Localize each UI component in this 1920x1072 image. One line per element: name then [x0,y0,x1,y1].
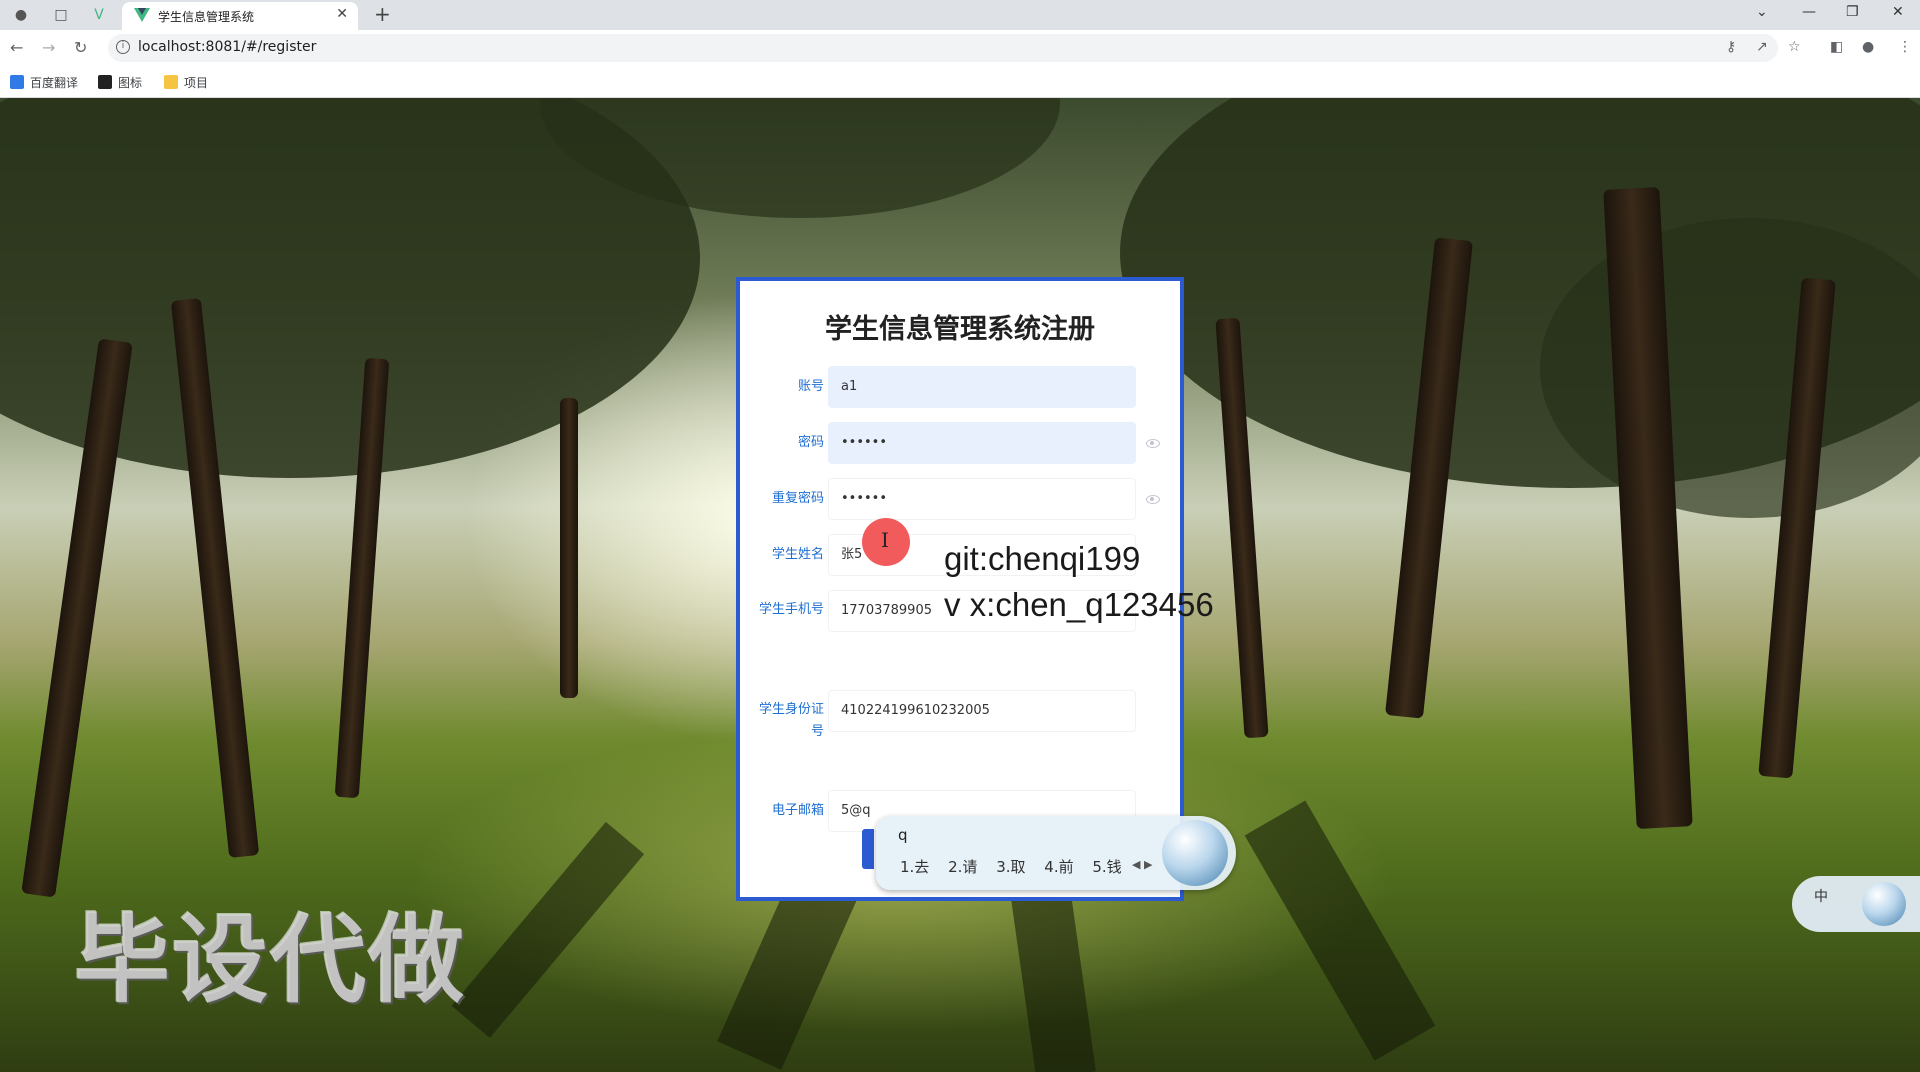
ime-candidate[interactable]: 5.钱 [1092,858,1121,876]
close-tab-icon[interactable]: ✕ [336,6,348,22]
back-button[interactable]: ← [10,38,23,57]
folder-icon [164,75,178,89]
account-input[interactable]: a1 [828,366,1136,408]
id-card-input[interactable]: 410224199610232005 [828,690,1136,732]
watermark-wechat: v x:chen_q123456 [944,586,1214,623]
account-label: 账号 [797,379,824,394]
url-text: localhost:8081/#/register [138,39,317,55]
minimize-button[interactable]: — [1802,4,1816,20]
text-cursor-icon: I [881,528,889,552]
profile-icon[interactable]: ● [1862,39,1874,55]
bookmark-baidu-translate[interactable]: 百度翻译 [10,74,78,91]
ime-candidate[interactable]: 2.请 [948,858,977,876]
bookmark-project[interactable]: 项目 [164,74,208,91]
student-name-label: 学生姓名 [771,547,824,562]
ime-skin-globe-icon [1162,820,1228,886]
sidepanel-icon[interactable]: ◧ [1830,39,1843,55]
id-card-label: 学生身份证号 [758,702,824,739]
ime-candidate[interactable]: 4.前 [1044,858,1073,876]
ime-candidate[interactable]: 1.去 [900,858,929,876]
repeat-password-label: 重复密码 [771,491,824,506]
translate-icon [10,75,24,89]
ime-status-globe-icon [1862,882,1906,926]
tab-title: 学生信息管理系统 [158,10,255,24]
star-icon[interactable]: ☆ [1788,39,1801,55]
ime-composition: q [898,826,908,844]
register-title: 学生信息管理系统注册 [825,314,1095,345]
key-icon[interactable]: ⚷ [1726,39,1736,55]
ime-mode-label: 中 [1814,889,1828,905]
close-window-button[interactable]: ✕ [1892,4,1904,20]
site-info-icon[interactable]: i [116,40,130,54]
watermark-git: git:chenqi199 [944,540,1141,577]
bookmarks-bar: 百度翻译 图标 项目 [0,66,1920,98]
image-icon [98,75,112,89]
password-label: 密码 [797,435,824,450]
vue-logo-icon [134,8,150,22]
bookmark-icons[interactable]: 图标 [98,74,142,91]
new-tab-button[interactable]: + [374,2,391,26]
tab-strip: ● □ V 学生信息管理系统 ✕ + ⌄ — ❐ ✕ [0,0,1920,30]
tree-shadow [451,821,645,1038]
ime-status-bar[interactable]: 中 [1792,876,1920,932]
password-input[interactable]: •••••• [828,422,1136,464]
ime-candidate-window: q 1.去 2.请 3.取 4.前 5.钱 ◀ ▶ [876,816,1236,890]
show-password-icon[interactable] [1146,439,1160,448]
reload-button[interactable]: ↻ [74,38,87,57]
url-field[interactable]: i localhost:8081/#/register [108,34,1778,62]
ime-candidate-list: 1.去 2.请 3.取 4.前 5.钱 [900,856,1136,877]
tree-shadow [1244,800,1436,1061]
pinned-tab-icon[interactable]: □ [50,4,72,26]
address-bar: ← → ↻ i localhost:8081/#/register ⚷ ↗ ☆ … [0,30,1920,66]
menu-icon[interactable]: ⋮ [1898,39,1912,55]
forward-button[interactable]: → [42,38,55,57]
repeat-password-input[interactable]: •••••• [828,478,1136,520]
active-tab[interactable]: 学生信息管理系统 ✕ [122,2,358,30]
ime-candidate[interactable]: 3.取 [996,858,1025,876]
show-repeat-password-icon[interactable] [1146,495,1160,504]
app-globe-icon[interactable]: ● [10,4,32,26]
ime-page-arrows-icon[interactable]: ◀ ▶ [1132,858,1152,871]
vue-pinned-icon[interactable]: V [88,4,110,26]
share-icon[interactable]: ↗ [1756,39,1768,55]
tab-search-icon[interactable]: ⌄ [1756,4,1768,20]
register-button[interactable] [862,829,874,869]
email-label: 电子邮箱 [771,803,824,818]
watermark-big-text: 毕设代做 [74,904,466,1016]
phone-label: 学生手机号 [758,602,824,617]
tree-trunk [560,398,578,698]
restore-button[interactable]: ❐ [1846,4,1859,20]
